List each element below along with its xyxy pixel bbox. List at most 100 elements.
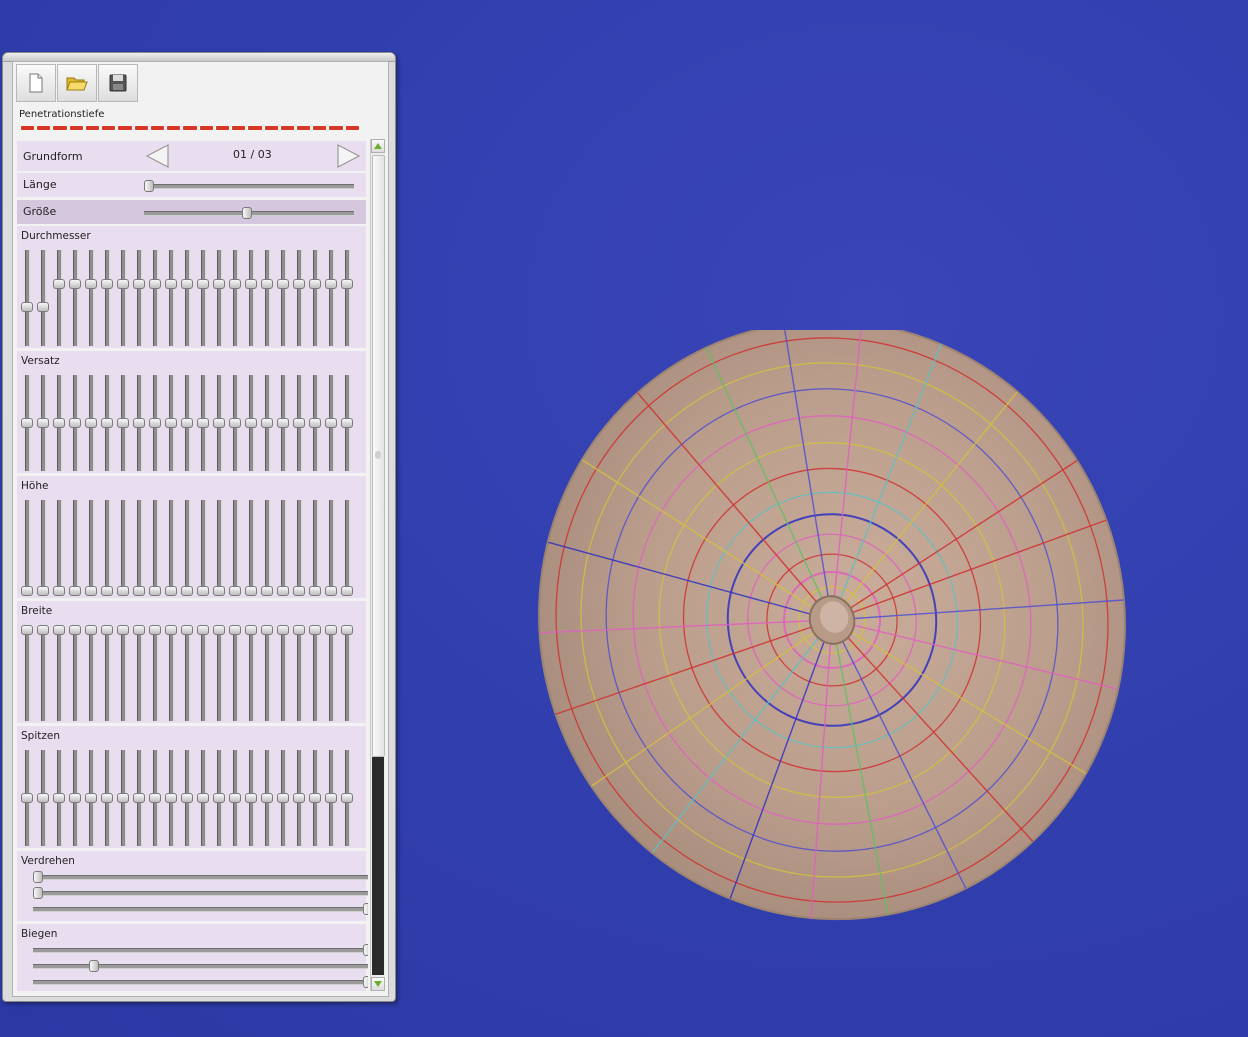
versatz-slider-handle[interactable] (341, 418, 353, 428)
versatz-slider-handle[interactable] (149, 418, 161, 428)
breite-slider-handle[interactable] (37, 625, 49, 635)
hoehe-slider[interactable] (309, 500, 321, 596)
durchmesser-slider[interactable] (133, 250, 145, 346)
breite-slider[interactable] (197, 625, 209, 721)
spitzen-slider-handle[interactable] (149, 793, 161, 803)
versatz-slider-handle[interactable] (117, 418, 129, 428)
verdrehen-slider[interactable] (33, 887, 368, 899)
groesse-slider[interactable] (144, 207, 354, 219)
hoehe-slider-handle[interactable] (165, 586, 177, 596)
durchmesser-slider-handle[interactable] (69, 279, 81, 289)
breite-slider[interactable] (341, 625, 353, 721)
breite-slider[interactable] (245, 625, 257, 721)
groesse-slider-handle[interactable] (242, 207, 252, 219)
spitzen-slider-handle[interactable] (37, 793, 49, 803)
durchmesser-slider[interactable] (149, 250, 161, 346)
breite-slider-handle[interactable] (277, 625, 289, 635)
breite-slider-handle[interactable] (261, 625, 273, 635)
versatz-slider-handle[interactable] (261, 418, 273, 428)
durchmesser-slider[interactable] (245, 250, 257, 346)
hoehe-slider-handle[interactable] (133, 586, 145, 596)
versatz-slider[interactable] (69, 375, 81, 471)
hoehe-slider-handle[interactable] (69, 586, 81, 596)
durchmesser-slider-handle[interactable] (325, 279, 337, 289)
hoehe-slider-handle[interactable] (37, 586, 49, 596)
scroll-track[interactable] (372, 757, 384, 975)
breite-slider[interactable] (293, 625, 305, 721)
hoehe-slider[interactable] (149, 500, 161, 596)
biegen-slider[interactable] (33, 944, 368, 956)
versatz-slider-handle[interactable] (245, 418, 257, 428)
verdrehen-slider-handle[interactable] (33, 871, 43, 883)
hoehe-slider-handle[interactable] (309, 586, 321, 596)
spitzen-slider[interactable] (21, 750, 33, 846)
hoehe-slider-handle[interactable] (181, 586, 193, 596)
spitzen-slider-handle[interactable] (197, 793, 209, 803)
versatz-slider-handle[interactable] (133, 418, 145, 428)
hoehe-slider[interactable] (341, 500, 353, 596)
durchmesser-slider[interactable] (277, 250, 289, 346)
durchmesser-slider[interactable] (309, 250, 321, 346)
versatz-slider[interactable] (245, 375, 257, 471)
breite-slider-handle[interactable] (213, 625, 225, 635)
breite-slider-handle[interactable] (149, 625, 161, 635)
versatz-slider[interactable] (133, 375, 145, 471)
hoehe-slider-handle[interactable] (325, 586, 337, 596)
spitzen-slider[interactable] (341, 750, 353, 846)
spitzen-slider-handle[interactable] (133, 793, 145, 803)
verdrehen-slider[interactable] (33, 871, 368, 883)
verdrehen-slider[interactable] (33, 903, 368, 915)
versatz-slider-handle[interactable] (325, 418, 337, 428)
scroll-thumb[interactable] (372, 155, 385, 757)
breite-slider[interactable] (165, 625, 177, 721)
spitzen-slider-handle[interactable] (165, 793, 177, 803)
hoehe-slider[interactable] (213, 500, 225, 596)
versatz-slider-handle[interactable] (309, 418, 321, 428)
durchmesser-slider[interactable] (69, 250, 81, 346)
spitzen-slider[interactable] (117, 750, 129, 846)
versatz-slider-handle[interactable] (213, 418, 225, 428)
hoehe-slider[interactable] (133, 500, 145, 596)
breite-slider[interactable] (149, 625, 161, 721)
breite-slider[interactable] (133, 625, 145, 721)
previous-arrow-icon[interactable] (145, 143, 171, 169)
hoehe-slider[interactable] (101, 500, 113, 596)
versatz-slider[interactable] (181, 375, 193, 471)
breite-slider-handle[interactable] (181, 625, 193, 635)
durchmesser-slider[interactable] (213, 250, 225, 346)
spitzen-slider[interactable] (325, 750, 337, 846)
hoehe-slider-handle[interactable] (293, 586, 305, 596)
spitzen-slider[interactable] (101, 750, 113, 846)
next-arrow-icon[interactable] (335, 143, 361, 169)
spitzen-slider-handle[interactable] (213, 793, 225, 803)
versatz-slider-handle[interactable] (53, 418, 65, 428)
biegen-slider-handle[interactable] (363, 944, 368, 956)
versatz-slider[interactable] (277, 375, 289, 471)
hoehe-slider[interactable] (69, 500, 81, 596)
spitzen-slider-handle[interactable] (181, 793, 193, 803)
versatz-slider[interactable] (261, 375, 273, 471)
durchmesser-slider[interactable] (21, 250, 33, 346)
spitzen-slider-handle[interactable] (229, 793, 241, 803)
biegen-slider-handle[interactable] (363, 976, 368, 988)
durchmesser-slider-handle[interactable] (53, 279, 65, 289)
new-button[interactable] (16, 64, 56, 102)
spitzen-slider[interactable] (197, 750, 209, 846)
hoehe-slider-handle[interactable] (117, 586, 129, 596)
scroll-down-button[interactable] (371, 977, 385, 991)
durchmesser-slider-handle[interactable] (245, 279, 257, 289)
spitzen-slider-handle[interactable] (85, 793, 97, 803)
spitzen-slider[interactable] (133, 750, 145, 846)
versatz-slider[interactable] (101, 375, 113, 471)
breite-slider[interactable] (213, 625, 225, 721)
breite-slider-handle[interactable] (85, 625, 97, 635)
spitzen-slider[interactable] (261, 750, 273, 846)
spitzen-slider[interactable] (53, 750, 65, 846)
durchmesser-slider[interactable] (197, 250, 209, 346)
breite-slider-handle[interactable] (101, 625, 113, 635)
breite-slider[interactable] (101, 625, 113, 721)
verdrehen-slider-handle[interactable] (363, 903, 368, 915)
spitzen-slider[interactable] (293, 750, 305, 846)
durchmesser-slider-handle[interactable] (293, 279, 305, 289)
versatz-slider[interactable] (37, 375, 49, 471)
